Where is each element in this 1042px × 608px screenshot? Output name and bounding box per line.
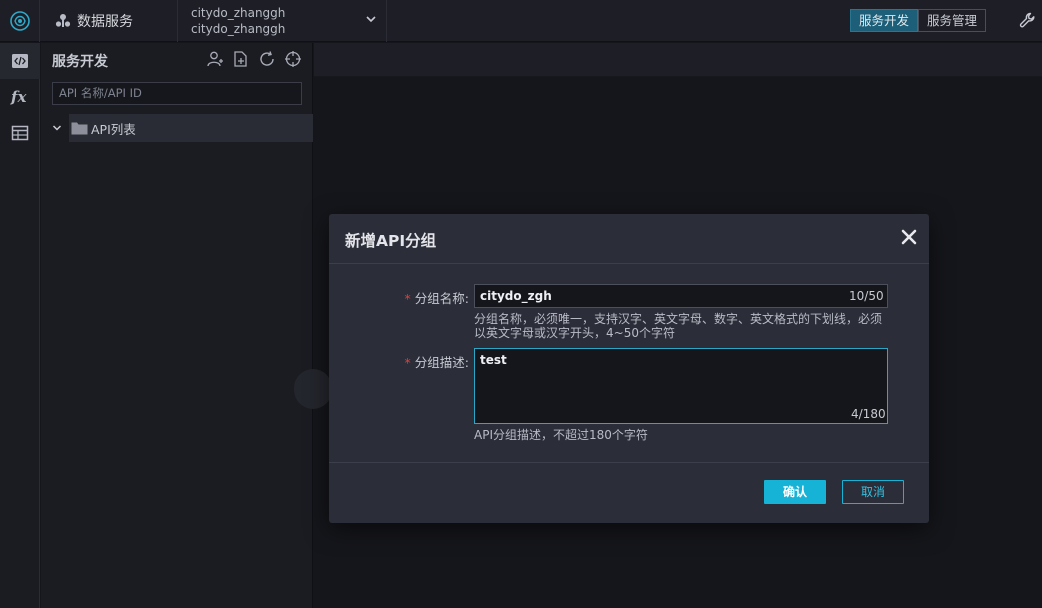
nav-function[interactable]: fx — [0, 79, 40, 115]
workspace-line-1: citydo_zhanggh — [191, 6, 286, 20]
mode-switch: 服务开发 服务管理 — [850, 9, 987, 32]
required-mark: * — [404, 355, 411, 370]
wrench-icon[interactable] — [1018, 11, 1038, 31]
crosshair-icon — [285, 51, 301, 67]
group-desc-textarea[interactable]: test — [475, 349, 887, 423]
new-api-group-dialog: 新增API分组 *分组名称: 10/50 分组名称，必须唯一，支持汉字、英文字母… — [329, 214, 929, 523]
tree-item-label: API列表 — [91, 121, 136, 137]
group-desc-hint: API分组描述，不超过180个字符 — [474, 428, 648, 442]
left-nav: fx — [0, 43, 40, 608]
tree-item-api-list[interactable]: API列表 — [41, 114, 313, 142]
label-colon: : — [464, 291, 469, 306]
top-bar: 数据服务 citydo_zhanggh citydo_zhanggh 服务开发 … — [0, 0, 1042, 42]
dialog-footer: 确认 取消 — [329, 462, 929, 523]
product-switcher[interactable]: 数据服务 — [41, 0, 178, 42]
folder-icon — [71, 122, 88, 135]
panel-toolbar — [205, 49, 303, 69]
svg-text:fx: fx — [10, 88, 27, 106]
label-colon: : — [464, 355, 469, 370]
product-name: 数据服务 — [77, 14, 133, 30]
workspace-line-2: citydo_zhanggh — [191, 22, 286, 36]
group-name-label: * 分组名称: — [404, 291, 469, 306]
nav-table[interactable] — [0, 115, 40, 151]
api-panel: 服务开发 API 名称/API ID API列表 — [41, 43, 313, 608]
group-desc-counter: 4/180 — [851, 407, 886, 421]
group-name-counter: 10/50 — [849, 289, 884, 303]
tab-service-manage[interactable]: 服务管理 — [918, 9, 987, 32]
tab-service-dev[interactable]: 服务开发 — [850, 9, 919, 32]
user-add-icon — [207, 51, 223, 67]
close-icon[interactable] — [899, 227, 919, 247]
refresh-icon — [260, 51, 274, 66]
api-search-input[interactable]: API 名称/API ID — [52, 82, 302, 105]
dialog-title: 新增API分组 — [345, 232, 437, 250]
refresh-button[interactable] — [257, 49, 277, 69]
group-desc-label: * 分组描述: — [404, 355, 469, 370]
group-desc-field[interactable]: test — [474, 348, 888, 424]
table-icon — [11, 125, 29, 141]
locate-button[interactable] — [283, 49, 303, 69]
chevron-down-icon[interactable] — [51, 122, 63, 134]
app-logo[interactable] — [0, 0, 40, 42]
nav-code[interactable] — [0, 43, 40, 79]
collapse-panel-button[interactable] — [294, 369, 332, 409]
group-name-input[interactable] — [475, 285, 887, 307]
logo-icon — [9, 11, 30, 31]
chevron-down-icon — [366, 16, 376, 23]
new-file-button[interactable] — [231, 49, 251, 69]
add-group-button[interactable] — [205, 49, 225, 69]
main-toolbar — [314, 43, 1042, 77]
group-name-hint: 分组名称，必须唯一，支持汉字、英文字母、数字、英文格式的下划线，必须 以英文字母… — [474, 312, 883, 340]
function-icon: fx — [10, 88, 27, 106]
workspace-selector[interactable]: citydo_zhanggh citydo_zhanggh — [179, 0, 387, 42]
service-icon — [55, 14, 71, 27]
confirm-button[interactable]: 确认 — [764, 480, 826, 504]
file-add-icon — [234, 51, 247, 67]
required-mark: * — [404, 291, 411, 306]
dialog-header: 新增API分组 — [329, 214, 929, 264]
group-name-field[interactable] — [474, 284, 888, 308]
code-icon — [12, 54, 28, 68]
panel-title: 服务开发 — [52, 54, 108, 70]
cancel-button[interactable]: 取消 — [842, 480, 904, 504]
